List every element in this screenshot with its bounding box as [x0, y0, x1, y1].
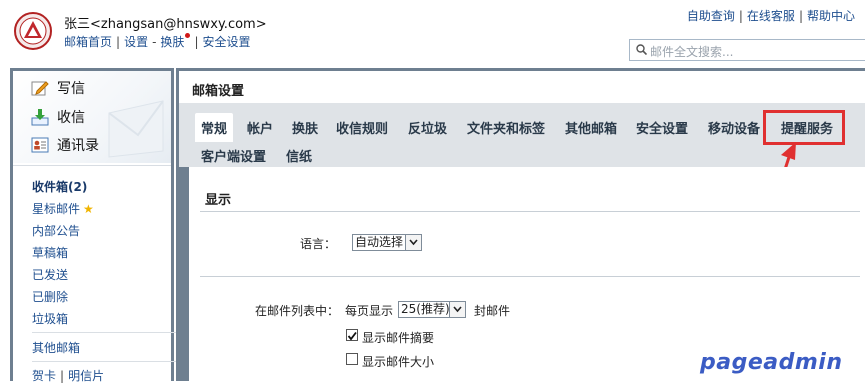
folder-drafts[interactable]: 草稿箱 — [32, 244, 68, 261]
skin-link[interactable]: 换肤 — [160, 35, 184, 49]
tab-client-settings[interactable]: 客户端设置 — [201, 146, 266, 165]
star-icon: ★ — [83, 202, 94, 216]
search-icon — [636, 44, 648, 58]
tab-other-mailboxes[interactable]: 其他邮箱 — [565, 118, 617, 137]
search-placeholder: 邮件全文搜索... — [650, 45, 734, 59]
envelope-watermark-icon — [108, 100, 164, 158]
section-title-display: 显示 — [205, 193, 232, 208]
settings-content — [189, 167, 865, 381]
tab-stationery[interactable]: 信纸 — [286, 146, 312, 165]
link-separator: | — [194, 35, 199, 49]
watermark: pageadmin — [700, 350, 843, 375]
link-separator: - — [152, 35, 157, 49]
folder-inbox[interactable]: 收件箱(2) — [32, 178, 87, 195]
link-separator: | — [116, 35, 121, 49]
link-separator: | — [738, 9, 743, 23]
user-account-label: 张三<zhangsan@hnswxy.com> — [64, 17, 267, 32]
language-label: 语言： — [300, 237, 337, 251]
folder-starred[interactable]: 星标邮件 ★ — [32, 200, 94, 217]
help-center-link[interactable]: 帮助中心 — [807, 9, 855, 23]
folder-other-mailboxes[interactable]: 其他邮箱 — [32, 339, 80, 356]
search-input[interactable]: 邮件全文搜索... — [629, 39, 865, 61]
show-summary-label: 显示邮件摘要 — [362, 331, 435, 345]
compose-label: 写信 — [57, 81, 85, 97]
section-divider — [200, 276, 860, 277]
chevron-down-icon — [405, 235, 421, 250]
main-header — [179, 71, 865, 103]
folder-spam[interactable]: 垃圾箱 — [32, 310, 68, 327]
folder-divider — [32, 332, 182, 333]
contacts-button[interactable]: 通讯录 — [31, 134, 99, 156]
school-logo[interactable] — [14, 12, 52, 50]
per-page-select[interactable]: 25(推荐) — [398, 301, 466, 318]
compose-button[interactable]: 写信 — [31, 77, 85, 99]
checkmark-icon — [347, 331, 357, 341]
compose-icon — [31, 79, 49, 97]
contacts-label: 通讯录 — [57, 138, 99, 154]
link-separator: | — [798, 9, 803, 23]
tab-anti-spam[interactable]: 反垃圾 — [408, 118, 447, 137]
tab-folders-labels[interactable]: 文件夹和标签 — [467, 118, 545, 137]
language-select-value: 自动选择 — [355, 235, 404, 249]
tab-mail-rules[interactable]: 收信规则 — [336, 118, 388, 137]
tab-mobile-devices[interactable]: 移动设备 — [708, 118, 760, 137]
folder-deleted[interactable]: 已删除 — [32, 288, 68, 305]
tab-account[interactable]: 帐户 — [247, 118, 273, 137]
help-links: 自助查询 | 在线客服 | 帮助中心 — [687, 7, 855, 24]
tab-general[interactable]: 常规 — [195, 113, 234, 142]
sidebar-actions: 写信 收信 通讯录 — [13, 71, 171, 163]
page-title: 邮箱设置 — [192, 84, 245, 99]
chevron-down-icon — [449, 302, 465, 317]
mail-list-label: 在邮件列表中： — [255, 304, 340, 318]
per-page-select-value: 25(推荐) — [401, 302, 450, 316]
show-summary-checkbox[interactable] — [346, 329, 358, 341]
folder-list: 收件箱(2) 星标邮件 ★ 内部公告 草稿箱 已发送 已删除 垃圾箱 其他邮箱 贺… — [13, 165, 182, 383]
section-divider — [200, 211, 860, 212]
per-page-label: 每页显示 — [345, 304, 394, 318]
language-select[interactable]: 自动选择 — [352, 234, 422, 251]
show-size-label: 显示邮件大小 — [362, 355, 435, 369]
bottom-links: 贺卡 | 明信片 — [32, 367, 104, 384]
receive-mail-label: 收信 — [57, 110, 85, 126]
receive-mail-button[interactable]: 收信 — [31, 106, 85, 128]
mailbox-home-link[interactable]: 邮箱首页 — [64, 35, 112, 49]
security-settings-link[interactable]: 安全设置 — [202, 35, 250, 49]
inbox-download-icon — [31, 108, 49, 126]
contacts-icon — [31, 136, 49, 154]
folder-starred-label: 星标邮件 — [32, 202, 81, 216]
show-size-checkbox[interactable] — [346, 353, 358, 365]
tab-skin[interactable]: 换肤 — [292, 118, 318, 137]
settings-link[interactable]: 设置 — [124, 35, 148, 49]
folder-sent[interactable]: 已发送 — [32, 266, 68, 283]
per-page-unit: 封邮件 — [474, 304, 511, 318]
folder-announcements[interactable]: 内部公告 — [32, 222, 80, 239]
tab-security[interactable]: 安全设置 — [636, 118, 688, 137]
user-links: 邮箱首页 | 设置 - 换肤 | 安全设置 — [64, 33, 251, 50]
folder-divider — [32, 361, 182, 362]
self-service-link[interactable]: 自助查询 — [687, 9, 735, 23]
online-support-link[interactable]: 在线客服 — [747, 9, 795, 23]
